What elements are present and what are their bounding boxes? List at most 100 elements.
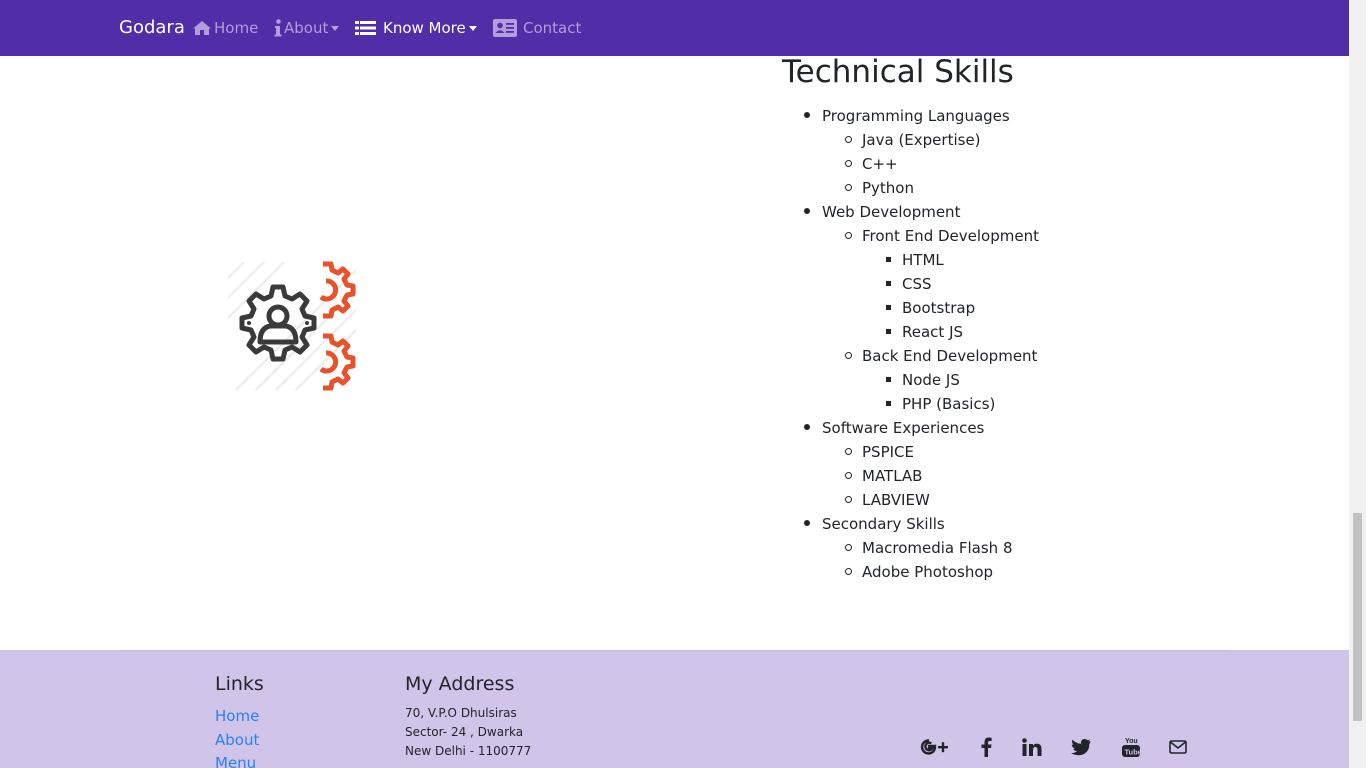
skill-item: C++ — [822, 152, 1039, 176]
footer-link-menu[interactable]: Menu — [215, 753, 256, 768]
nav-contact[interactable]: Contact — [493, 18, 581, 38]
circle-bullet-icon — [845, 496, 852, 503]
youtube-icon[interactable]: You Tube — [1116, 736, 1146, 758]
skill-subitem: Node JS — [862, 368, 1039, 392]
list-icon — [355, 20, 379, 36]
skill-subitem: HTML — [862, 248, 1039, 272]
scrollbar-thumb[interactable] — [1353, 513, 1362, 721]
square-bullet-icon — [886, 329, 891, 334]
circle-bullet-icon — [845, 448, 852, 455]
skill-subitem-label: Node JS — [902, 371, 960, 389]
brand-logo[interactable]: Godara — [119, 17, 185, 39]
skill-item-label: PSPICE — [862, 443, 914, 461]
skill-subitem: PHP (Basics) — [862, 392, 1039, 416]
skill-subitem-label: React JS — [902, 323, 964, 341]
skill-item: Front End Development HTML CSS Bootstrap… — [822, 224, 1039, 344]
gear-person-icon — [228, 261, 356, 391]
chevron-down-icon — [468, 26, 477, 31]
footer-link-about[interactable]: About — [215, 730, 259, 750]
square-bullet-icon — [886, 281, 891, 286]
skill-item-label: Python — [862, 179, 914, 197]
skill-item: Adobe Photoshop — [822, 560, 1039, 584]
skill-item-label: Front End Development — [862, 227, 1039, 245]
skill-item-label: Java (Expertise) — [862, 131, 981, 149]
circle-bullet-icon — [845, 472, 852, 479]
facebook-icon[interactable] — [971, 736, 1001, 758]
skill-item: Java (Expertise) — [822, 128, 1039, 152]
square-bullet-icon — [886, 377, 891, 382]
disc-bullet-icon — [804, 112, 810, 118]
address-line: New Delhi - 1100777 — [405, 744, 532, 758]
footer: Links Home About Menu My Address 70, V.P… — [0, 650, 1349, 768]
home-icon — [192, 20, 214, 36]
nav-about-label: About — [284, 19, 329, 37]
nav-contact-label: Contact — [523, 19, 582, 37]
footer-divider — [120, 650, 1230, 651]
skill-subitem: React JS — [862, 320, 1039, 344]
square-bullet-icon — [886, 401, 891, 406]
skill-subitem-label: PHP (Basics) — [902, 395, 996, 413]
circle-bullet-icon — [845, 352, 852, 359]
skill-item: LABVIEW — [822, 488, 1039, 512]
circle-bullet-icon — [845, 136, 852, 143]
skills-heading: Technical Skills — [782, 54, 1014, 90]
skill-group-label: Software Experiences — [822, 419, 985, 437]
skills-list: Programming Languages Java (Expertise) C… — [782, 104, 1039, 584]
phone-icon — [405, 763, 410, 768]
nav-home-label: Home — [214, 19, 259, 37]
circle-bullet-icon — [845, 160, 852, 167]
nav-know-more-dropdown[interactable]: Know More — [355, 18, 477, 38]
envelope-icon[interactable] — [1163, 736, 1193, 758]
circle-bullet-icon — [845, 232, 852, 239]
skill-group: Software Experiences PSPICE MATLAB LABVI… — [782, 416, 1039, 512]
skill-item-label: MATLAB — [862, 467, 923, 485]
address-line: 70, V.P.O Dhulsiras — [405, 706, 517, 720]
footer-address-heading: My Address — [405, 673, 515, 695]
navbar: Godara Home About Know More Contact — [0, 0, 1349, 56]
nav-know-more-label: Know More — [383, 19, 466, 37]
footer-link-home[interactable]: Home — [215, 706, 259, 726]
skill-subitem-label: HTML — [902, 251, 944, 269]
linkedin-icon[interactable] — [1017, 736, 1047, 758]
skill-item-label: LABVIEW — [862, 491, 930, 509]
skill-subitem-label: CSS — [902, 275, 932, 293]
skill-item-label: C++ — [862, 155, 898, 173]
circle-bullet-icon — [845, 568, 852, 575]
skill-item: Macromedia Flash 8 — [822, 536, 1039, 560]
skill-item: MATLAB — [822, 464, 1039, 488]
disc-bullet-icon — [804, 520, 810, 526]
skill-subitem: Bootstrap — [862, 296, 1039, 320]
skill-group-label: Programming Languages — [822, 107, 1010, 125]
skill-group: Secondary Skills Macromedia Flash 8 Adob… — [782, 512, 1039, 584]
skill-item-label: Adobe Photoshop — [862, 563, 994, 581]
footer-links-heading: Links — [215, 673, 264, 695]
square-bullet-icon — [886, 257, 891, 262]
google-plus-icon[interactable] — [920, 736, 950, 758]
circle-bullet-icon — [845, 184, 852, 191]
nav-about-dropdown[interactable]: About — [274, 18, 340, 38]
disc-bullet-icon — [804, 424, 810, 430]
chevron-down-icon — [331, 26, 340, 31]
disc-bullet-icon — [804, 208, 810, 214]
skill-item: PSPICE — [822, 440, 1039, 464]
skill-subitem: CSS — [862, 272, 1039, 296]
svg-text:You: You — [1125, 738, 1138, 745]
address-card-icon — [493, 19, 519, 37]
skill-group: Programming Languages Java (Expertise) C… — [782, 104, 1039, 200]
address-line: Sector- 24 , Dwarka — [405, 725, 524, 739]
skill-item-label: Back End Development — [862, 347, 1038, 365]
skill-group-label: Web Development — [822, 203, 961, 221]
skill-group: Web Development Front End Development HT… — [782, 200, 1039, 416]
skill-group-label: Secondary Skills — [822, 515, 945, 533]
twitter-icon[interactable] — [1066, 736, 1096, 758]
skill-subitem-label: Bootstrap — [902, 299, 976, 317]
skill-item: Back End Development Node JS PHP (Basics… — [822, 344, 1039, 416]
circle-bullet-icon — [845, 544, 852, 551]
square-bullet-icon — [886, 305, 891, 310]
nav-home[interactable]: Home — [192, 18, 258, 38]
page-scrollbar[interactable] — [1349, 0, 1366, 768]
skill-item: Python — [822, 176, 1039, 200]
svg-text:Tube: Tube — [1125, 748, 1142, 757]
skill-item-label: Macromedia Flash 8 — [862, 539, 1013, 557]
info-icon — [274, 19, 284, 37]
